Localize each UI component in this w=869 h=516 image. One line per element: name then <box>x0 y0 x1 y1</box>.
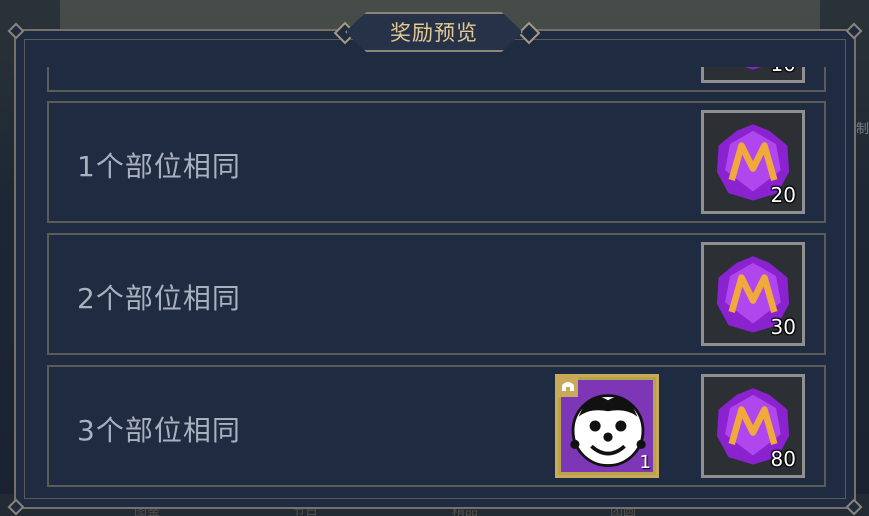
reward-list[interactable]: 10 1个部位相同 20 2个部位相同 30 3个部位相同 <box>47 67 826 490</box>
reward-quantity: 20 <box>770 183 796 207</box>
reward-row: 10 <box>47 67 826 92</box>
reward-item-slot[interactable]: 1 <box>555 374 659 478</box>
reward-row: 2个部位相同 30 <box>47 233 826 355</box>
dialog-title-plate: 奖励预览 <box>345 12 523 52</box>
reward-quantity: 10 <box>771 67 796 76</box>
reward-item-slot[interactable]: 20 <box>701 110 805 214</box>
reward-item-slot[interactable]: 10 <box>701 67 805 83</box>
reward-quantity: 1 <box>639 452 651 473</box>
dialog-title: 奖励预览 <box>390 21 478 45</box>
reward-item-slot[interactable]: 30 <box>701 242 805 346</box>
reward-quantity: 30 <box>770 315 796 339</box>
reward-row: 1个部位相同 20 <box>47 101 826 223</box>
row-label: 3个部位相同 <box>77 414 241 447</box>
reward-row: 3个部位相同 1 80 <box>47 365 826 487</box>
row-label: 1个部位相同 <box>77 150 241 183</box>
row-label: 2个部位相同 <box>77 282 241 315</box>
reward-item-slot[interactable]: 80 <box>701 374 805 478</box>
helmet-badge-icon <box>558 377 578 397</box>
reward-quantity: 80 <box>770 447 796 471</box>
